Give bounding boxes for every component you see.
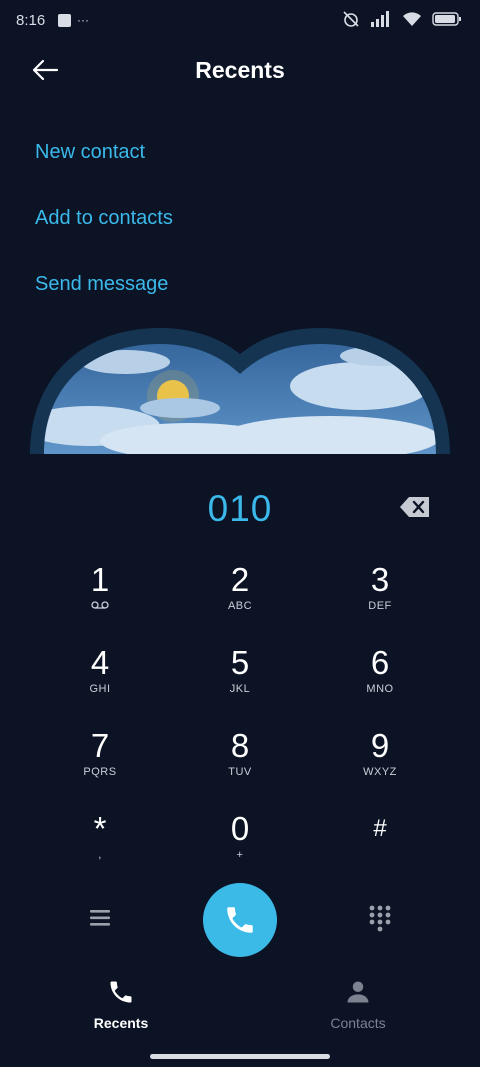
dialpad-icon [369, 905, 391, 932]
sky-illustration [30, 326, 450, 454]
home-indicator[interactable] [150, 1054, 330, 1059]
key-letters: MNO [366, 683, 394, 695]
person-icon [347, 981, 369, 1003]
key-digit: 1 [90, 561, 110, 598]
key-letters: JKL [229, 683, 251, 695]
menu-icon [90, 910, 110, 926]
wifi-icon [403, 12, 421, 26]
new-contact-link[interactable]: New contact [35, 141, 145, 164]
key-letters: + [236, 849, 244, 861]
key-digit: 0 [230, 810, 250, 847]
key-letters: , [98, 849, 102, 861]
key-8[interactable]: 8 TUV [180, 728, 300, 798]
backspace-button[interactable] [398, 494, 432, 520]
key-3[interactable]: 3 DEF [320, 562, 440, 632]
notification-more: ··· [77, 13, 89, 27]
key-digit: * [93, 810, 107, 847]
key-7[interactable]: 7 PQRS [40, 728, 160, 798]
key-digit: 8 [230, 727, 250, 764]
header: Recents [0, 48, 480, 92]
phone-icon [227, 907, 253, 933]
key-digit: 6 [370, 644, 390, 681]
key-digit: 7 [90, 727, 110, 764]
status-icons [342, 10, 462, 28]
key-9[interactable]: 9 WXYZ [320, 728, 440, 798]
send-message-link[interactable]: Send message [35, 273, 168, 296]
status-bar: 8:16 ··· [0, 0, 480, 40]
key-5[interactable]: 5 JKL [180, 645, 300, 715]
voicemail-icon [40, 600, 160, 613]
key-digit: 2 [230, 561, 250, 598]
backspace-icon [400, 497, 429, 517]
tab-contacts-label: Contacts [330, 1015, 386, 1031]
key-letters: DEF [368, 600, 392, 612]
call-button[interactable] [203, 883, 277, 957]
key-4[interactable]: 4 GHI [40, 645, 160, 715]
key-hash[interactable]: # [320, 811, 440, 881]
key-letters: ABC [227, 600, 253, 612]
key-letters: GHI [89, 683, 111, 695]
tab-recents[interactable]: Recents [61, 978, 181, 1031]
key-digit: 9 [370, 727, 390, 764]
menu-button[interactable] [86, 906, 114, 930]
key-digit: 4 [90, 644, 110, 681]
alarm-off-icon [343, 11, 359, 27]
key-6[interactable]: 6 MNO [320, 645, 440, 715]
key-2[interactable]: 2 ABC [180, 562, 300, 632]
phone-icon [110, 981, 132, 1003]
page-title: Recents [195, 57, 285, 83]
add-to-contacts-link[interactable]: Add to contacts [35, 207, 173, 230]
tab-contacts[interactable]: Contacts [298, 978, 418, 1031]
key-letters: TUV [228, 766, 252, 778]
tab-recents-label: Recents [93, 1015, 149, 1031]
status-notifications: ··· [58, 13, 89, 27]
key-1[interactable]: 1 [40, 562, 160, 632]
key-digit: 5 [230, 644, 250, 681]
signal-icon [371, 11, 389, 27]
key-star[interactable]: * , [40, 811, 160, 881]
notification-icon [58, 13, 71, 27]
key-letters: PQRS [83, 766, 117, 778]
battery-icon [432, 12, 461, 26]
status-time: 8:16 [16, 12, 46, 29]
key-digit: 3 [370, 561, 390, 598]
key-letters: WXYZ [363, 766, 397, 778]
key-0[interactable]: 0 + [180, 811, 300, 881]
dialpad-toggle-button[interactable] [368, 904, 392, 932]
key-digit: # [373, 815, 387, 842]
